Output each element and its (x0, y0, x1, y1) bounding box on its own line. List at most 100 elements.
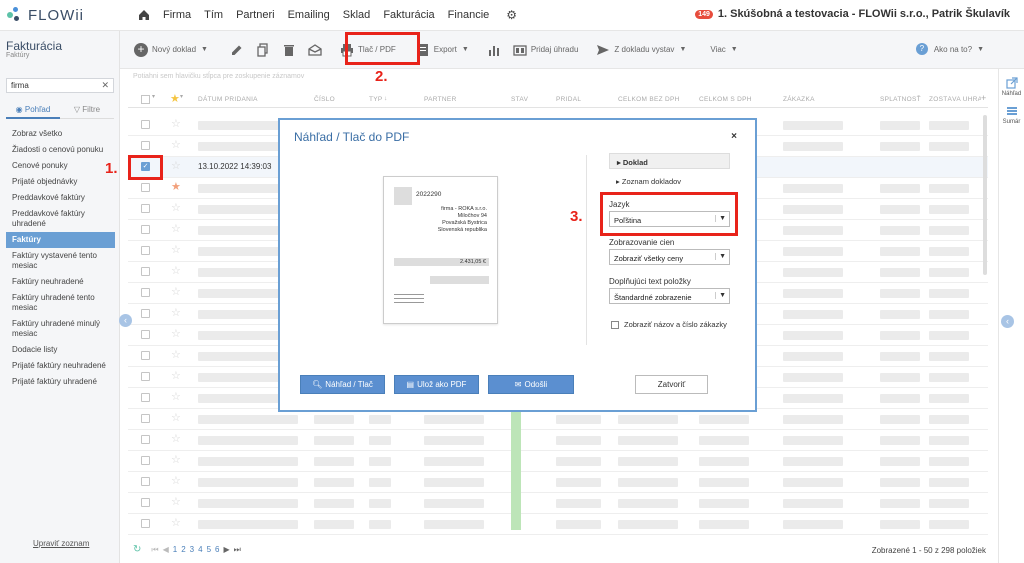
help-button[interactable]: ? Ako na to? ▼ (915, 43, 984, 55)
clear-search-icon[interactable]: ✕ (101, 80, 109, 91)
col-job[interactable]: ZÁKAZKA (783, 96, 815, 103)
col-due[interactable]: SPLATNOSŤ (880, 96, 921, 103)
row-checkbox[interactable] (141, 141, 150, 150)
nav-fakturacia[interactable]: Fakturácia (383, 9, 434, 21)
star-icon[interactable]: ☆ (171, 264, 181, 277)
tab-filter[interactable]: ▽ Filtre (60, 103, 114, 119)
row-checkbox[interactable] (141, 519, 150, 528)
row-checkbox[interactable] (141, 204, 150, 213)
star-icon[interactable]: ☆ (171, 117, 181, 130)
item-text-select[interactable]: Štandardné zobrazenie ▼ (609, 288, 730, 304)
edit-icon[interactable] (230, 43, 244, 57)
star-icon[interactable]: ☆ (171, 222, 181, 235)
sidebar-item-delivery-notes[interactable]: Dodacie listy (6, 342, 115, 358)
edit-list-link[interactable]: Upraviť zoznam (33, 539, 89, 548)
notification-badge[interactable]: 149 (695, 9, 713, 19)
page-3[interactable]: 3 (190, 545, 194, 554)
col-date[interactable]: DÁTUM PRIDANIA (198, 96, 258, 103)
caret-down-icon[interactable]: ▾ (152, 93, 155, 100)
row-checkbox[interactable] (141, 120, 150, 129)
sidebar-item-advance-invoices[interactable]: Preddavkové faktúry (6, 190, 115, 206)
table-scrollbar[interactable] (983, 115, 987, 275)
star-icon[interactable]: ☆ (171, 411, 181, 424)
row-checkbox[interactable] (141, 351, 150, 360)
star-icon[interactable]: ☆ (171, 495, 181, 508)
preview-print-button[interactable]: 🔍︎ Náhľad / Tlač (300, 375, 385, 394)
sidebar-item-all[interactable]: Zobraz všetko (6, 126, 115, 142)
star-icon[interactable]: ☆ (171, 369, 181, 382)
sidebar-item-quotes[interactable]: Cenové ponuky (6, 158, 115, 174)
tab-view[interactable]: ◉ Pohľad (6, 103, 60, 119)
star-icon[interactable]: ☆ (171, 516, 181, 529)
app-logo[interactable]: FLOWii (7, 7, 127, 24)
star-icon[interactable]: ☆ (171, 285, 181, 298)
home-icon[interactable] (137, 8, 151, 22)
gear-icon[interactable]: ⚙ (506, 8, 517, 22)
star-icon[interactable]: ★ (170, 92, 180, 105)
star-icon[interactable]: ☆ (171, 348, 181, 361)
sidebar-item-received-unpaid[interactable]: Prijaté faktúry neuhradené (6, 358, 115, 374)
sidebar-item-received-paid[interactable]: Prijaté faktúry uhradené (6, 374, 115, 390)
col-total-gross[interactable]: CELKOM S DPH (699, 96, 752, 103)
row-checkbox[interactable] (141, 183, 150, 192)
row-checkbox[interactable] (141, 330, 150, 339)
add-payment-button[interactable]: Pridaj úhradu (513, 43, 578, 57)
col-added-by[interactable]: PRIDAL (556, 96, 581, 103)
sidebar-item-paid-month[interactable]: Faktúry uhradené tento mesiac (6, 290, 115, 316)
page-2[interactable]: 2 (181, 545, 185, 554)
star-icon[interactable]: ☆ (171, 327, 181, 340)
first-page-icon[interactable]: ⏮ (151, 545, 158, 555)
collapse-left-icon[interactable]: ‹ (119, 314, 132, 327)
row-checkbox[interactable] (141, 435, 150, 444)
page-1[interactable]: 1 (173, 545, 177, 554)
page-4[interactable]: 4 (198, 545, 202, 554)
col-total-net[interactable]: CELKOM BEZ DPH (618, 96, 680, 103)
more-button[interactable]: Viac ▼ (710, 45, 737, 54)
row-checkbox[interactable] (141, 288, 150, 297)
row-checkbox[interactable] (141, 309, 150, 318)
new-doc-button[interactable]: + Nový doklad ▼ (134, 42, 208, 57)
sidebar-search-input[interactable]: firma ✕ (6, 78, 114, 93)
star-icon[interactable]: ☆ (171, 159, 181, 172)
star-icon[interactable]: ☆ (171, 453, 181, 466)
sidebar-item-issued-month[interactable]: Faktúry vystavené tento mesiac (6, 248, 115, 274)
star-icon[interactable]: ☆ (171, 243, 181, 256)
last-page-icon[interactable]: ⏭ (234, 545, 241, 555)
sidebar-item-unpaid[interactable]: Faktúry neuhradené (6, 274, 115, 290)
select-all-checkbox[interactable] (141, 95, 150, 104)
send-button[interactable]: ✉ Odošli (488, 375, 574, 394)
table-row[interactable]: ☆ (128, 472, 988, 493)
row-checkbox[interactable] (141, 246, 150, 255)
row-checkbox[interactable] (141, 498, 150, 507)
star-icon[interactable]: ★ (171, 180, 181, 193)
sidebar-item-orders[interactable]: Prijaté objednávky (6, 174, 115, 190)
preview-panel-button[interactable]: Náhľad (999, 77, 1024, 97)
show-job-checkbox[interactable]: Zobraziť názov a číslo zákazky (611, 320, 727, 329)
nav-sklad[interactable]: Sklad (343, 9, 371, 21)
table-row[interactable]: ☆ (128, 451, 988, 472)
sidebar-item-advance-paid[interactable]: Preddavkové faktúry uhradené (6, 206, 115, 232)
star-icon[interactable]: ☆ (171, 432, 181, 445)
row-checkbox[interactable] (141, 477, 150, 486)
star-icon[interactable]: ☆ (171, 306, 181, 319)
col-partner[interactable]: PARTNER (424, 96, 457, 103)
prev-page-icon[interactable]: ◀ (163, 545, 169, 554)
company-switcher[interactable]: 149 1. Skúšobná a testovacia - FLOWii s.… (695, 8, 1010, 20)
accordion-doc-list[interactable]: ▸ Zoznam dokladov (609, 173, 730, 189)
plus-icon[interactable]: + (981, 93, 987, 103)
close-button[interactable]: Zatvoriť (635, 375, 708, 394)
star-icon[interactable]: ☆ (171, 474, 181, 487)
col-type[interactable]: TYP (369, 96, 383, 103)
caret-down-icon[interactable]: ▾ (180, 93, 183, 100)
nav-emailing[interactable]: Emailing (288, 9, 330, 21)
page-5[interactable]: 5 (207, 545, 211, 554)
nav-partneri[interactable]: Partneri (236, 9, 275, 21)
save-pdf-button[interactable]: ▤ Ulož ako PDF (394, 375, 479, 394)
close-icon[interactable]: × (731, 131, 737, 142)
row-checkbox[interactable] (141, 393, 150, 402)
trash-icon[interactable] (282, 43, 296, 57)
from-doc-button[interactable]: Z dokladu vystav ▼ (596, 43, 686, 57)
export-button[interactable]: Export ▼ (416, 43, 469, 57)
copy-icon[interactable] (256, 42, 270, 57)
sidebar-item-quote-requests[interactable]: Žiadosti o cenovú ponuku (6, 142, 115, 158)
